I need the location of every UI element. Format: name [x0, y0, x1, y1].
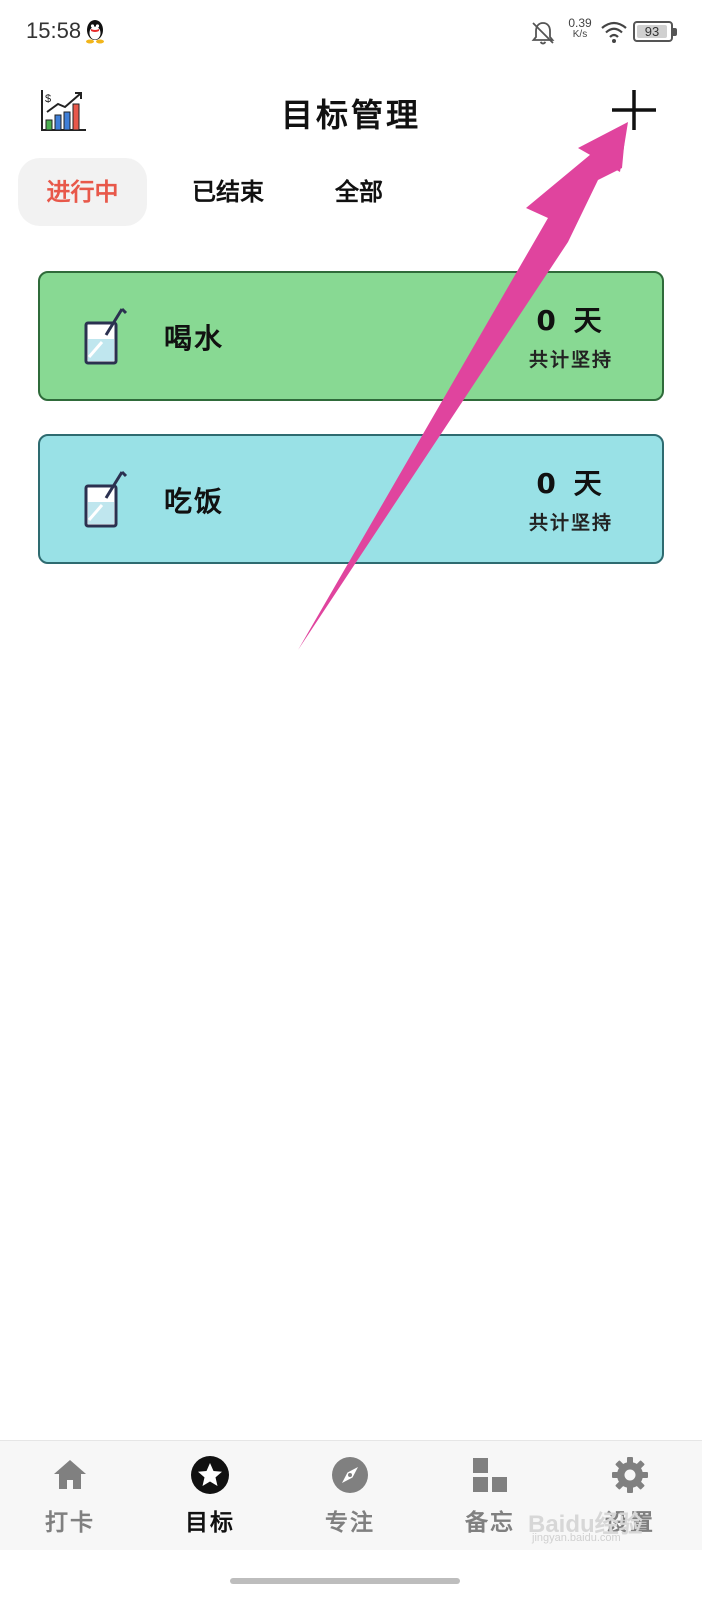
bell-muted-icon	[531, 22, 555, 45]
drink-cup-icon	[84, 307, 128, 365]
watermark-url: jingyan.baidu.com	[532, 1532, 621, 1544]
compass-icon	[332, 1457, 368, 1493]
goal-card-drink-water[interactable]: 喝水 0 天 共计坚持	[38, 271, 664, 401]
battery-indicator: 93	[633, 21, 677, 42]
star-icon	[191, 1456, 229, 1494]
goal-days-label: 共计坚持	[528, 349, 613, 371]
nav-label: 打卡	[45, 1510, 95, 1536]
nav-label: 专注	[325, 1510, 375, 1536]
goal-name: 吃饭	[164, 485, 225, 518]
qq-penguin-icon	[86, 20, 104, 44]
nav-item-checkin[interactable]: 打卡	[0, 1441, 140, 1551]
add-goal-button[interactable]	[610, 88, 658, 136]
goal-card-eat-meal[interactable]: 吃饭 0 天 共计坚持	[38, 434, 664, 564]
home-indicator[interactable]	[230, 1578, 460, 1584]
tab-in-progress[interactable]: 进行中	[18, 158, 147, 226]
nav-item-goals[interactable]: 目标	[140, 1441, 280, 1551]
wifi-icon	[601, 21, 627, 43]
gear-icon	[612, 1457, 648, 1493]
goal-days-count: 0 天	[536, 467, 606, 500]
goal-days-label: 共计坚持	[528, 512, 613, 534]
page-title: 目标管理	[280, 96, 421, 134]
status-time: 15:58	[26, 18, 82, 43]
status-bar: 15:58 0.39 K/s 93	[0, 0, 702, 64]
tab-all[interactable]: 全部	[318, 158, 400, 226]
tab-finished[interactable]: 已结束	[178, 158, 278, 226]
widgets-icon	[473, 1455, 510, 1492]
drink-cup-icon	[84, 470, 128, 528]
goal-name: 喝水	[164, 322, 225, 355]
nav-label: 目标	[185, 1510, 235, 1536]
network-speed: 0.39 K/s	[568, 16, 592, 40]
goal-days-count: 0 天	[536, 304, 606, 337]
nav-item-focus[interactable]: 专注	[280, 1441, 420, 1551]
home-icon	[54, 1460, 86, 1489]
